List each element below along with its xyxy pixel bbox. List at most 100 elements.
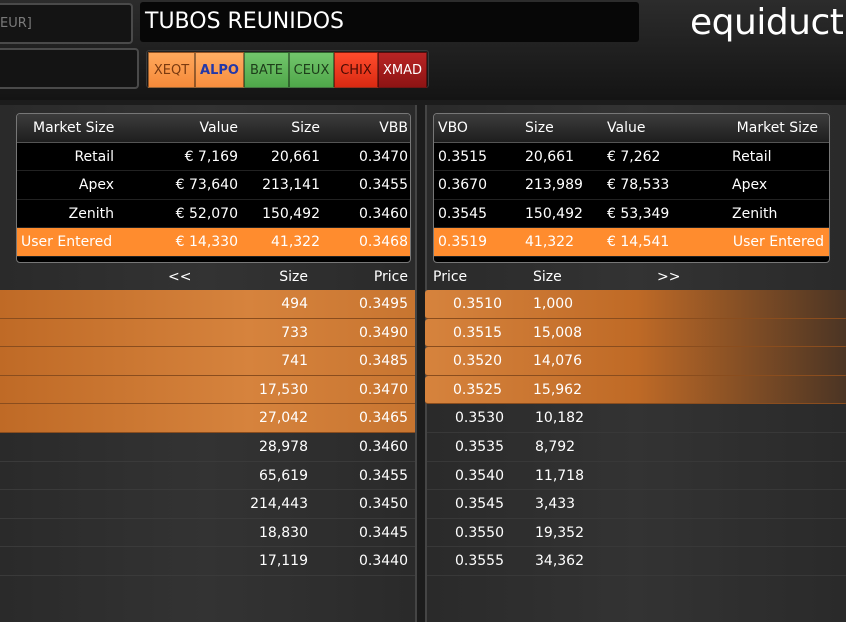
bid-level-row[interactable]: 65,619 0.3455 [0,462,415,491]
col-value: Value [607,120,646,136]
col-price: Price [373,269,408,285]
price: 0.3490 [359,324,408,341]
vbo: 0.3515 [438,148,487,165]
col-market-size: Market Size [33,120,115,136]
bid-level-row[interactable]: 18,830 0.3445 [0,519,415,548]
symbol-input[interactable]: EUR] [0,3,133,44]
col-size: Size [279,269,308,285]
size: 213,141 [262,177,320,193]
venue-button-xeqt[interactable]: XEQT [148,52,195,88]
price: 0.3470 [359,381,408,398]
size: 3,433 [535,496,576,513]
size: 34,362 [535,553,584,570]
venue-button-chix[interactable]: CHIX [334,52,378,88]
vbo: 0.3670 [438,177,487,193]
venue-button-alpo[interactable]: ALPO [195,52,244,88]
ask-level-row[interactable]: 0.3520 14,076 [425,347,846,376]
ask-summary-row[interactable]: 0.3515 20,661 € 7,262 Retail [434,143,829,171]
search-input[interactable] [0,48,139,89]
bid-level-row[interactable]: 27,042 0.3465 [0,404,415,433]
price: 0.3440 [359,553,408,570]
bid-summary-row[interactable]: Apex € 73,640 213,141 0.3455 [17,171,410,200]
col-size: Size [525,120,554,136]
ask-ladder-header: Price Size >> [427,265,846,289]
bid-level-row[interactable]: 214,443 0.3450 [0,490,415,519]
ask-level-row[interactable]: 0.3545 3,433 [427,490,846,519]
vbb: 0.3470 [359,148,408,165]
ask-level-row[interactable]: 0.3550 19,352 [427,519,846,548]
ask-level-row[interactable]: 0.3530 10,182 [427,404,846,433]
bid-level-row[interactable]: 17,530 0.3470 [0,375,415,405]
bid-ladder: 494 0.3495 733 0.3490 741 0.3485 17,530 0.34… [0,290,415,576]
value: € 14,330 [175,234,238,250]
ask-level-row[interactable]: 0.3535 8,792 [427,433,846,462]
market-size: User Entered [732,234,824,250]
instrument-title: TUBOS REUNIDOS [140,2,639,42]
col-size: Size [291,120,320,136]
scroll-left-button[interactable]: << [168,265,191,289]
bid-summary-row[interactable]: Zenith € 52,070 150,492 0.3460 [17,200,410,228]
market-size: Apex [732,177,768,193]
bid-summary-row[interactable]: Retail € 7,169 20,661 0.3470 [17,143,410,171]
value: € 53,349 [607,205,670,222]
value: € 7,262 [607,148,661,165]
venue-button-xmad[interactable]: XMAD [378,52,427,88]
ask-level-row[interactable]: 0.3525 15,962 [425,375,846,405]
venue-button-ceux[interactable]: CEUX [289,52,334,88]
bid-level-row[interactable]: 17,119 0.3440 [0,547,415,576]
vbb: 0.3460 [359,205,408,222]
price: 0.3450 [359,496,408,513]
ask-summary-row[interactable]: 0.3545 150,492 € 53,349 Zenith [434,200,829,228]
value: € 52,070 [175,205,238,222]
venue-selector: XEQT ALPO BATE CEUX CHIX XMAD [146,50,429,88]
price: 0.3535 [455,438,504,455]
size: 41,322 [271,234,320,250]
ask-summary-row-user-entered[interactable]: 0.3519 41,322 € 14,541 User Entered [434,228,829,257]
price: 0.3525 [453,381,502,398]
col-value: Value [199,120,238,136]
venue-button-bate[interactable]: BATE [244,52,289,88]
price: 0.3515 [453,324,502,341]
size: 28,978 [259,438,308,455]
size: 14,076 [533,353,582,370]
value: € 73,640 [175,177,238,193]
size: 733 [281,324,308,341]
bid-summary-header: Market Size Value Size VBB [17,114,410,143]
price: 0.3545 [455,496,504,513]
size: 494 [281,296,308,312]
market-size: User Entered [21,234,113,250]
ask-level-row[interactable]: 0.3515 15,008 [425,318,846,348]
ask-summary-row[interactable]: 0.3670 213,989 € 78,533 Apex [434,171,829,200]
value: € 7,169 [184,148,238,165]
bid-level-row[interactable]: 28,978 0.3460 [0,433,415,462]
scroll-right-button[interactable]: >> [657,265,680,289]
ask-level-row[interactable]: 0.3540 11,718 [427,462,846,491]
size: 15,962 [533,381,582,398]
size: 65,619 [259,467,308,484]
size: 11,718 [535,467,584,484]
bid-summary-row-user-entered[interactable]: User Entered € 14,330 41,322 0.3468 [17,228,410,257]
price: 0.3485 [359,353,408,370]
col-vbb: VBB [379,120,408,136]
market-size: Apex [78,177,114,193]
size: 10,182 [535,410,584,427]
vbo: 0.3519 [438,234,487,250]
col-market-size: Market Size [736,120,818,136]
ask-level-row[interactable]: 0.3510 1,000 [425,290,846,319]
price: 0.3540 [455,467,504,484]
bid-level-row[interactable]: 733 0.3490 [0,318,415,348]
col-vbo: VBO [438,120,468,136]
equiduct-logo: equiduct [690,2,844,43]
bid-level-row[interactable]: 741 0.3485 [0,347,415,376]
size: 213,989 [525,177,583,193]
price: 0.3460 [359,438,408,455]
market-size: Zenith [68,205,114,222]
vbo: 0.3545 [438,205,487,222]
ask-level-row[interactable]: 0.3555 34,362 [427,547,846,576]
size: 17,119 [259,553,308,570]
col-size: Size [533,269,562,285]
size: 20,661 [271,148,320,165]
bid-level-row[interactable]: 494 0.3495 [0,290,415,319]
size: 18,830 [259,524,308,541]
price: 0.3550 [455,524,504,541]
